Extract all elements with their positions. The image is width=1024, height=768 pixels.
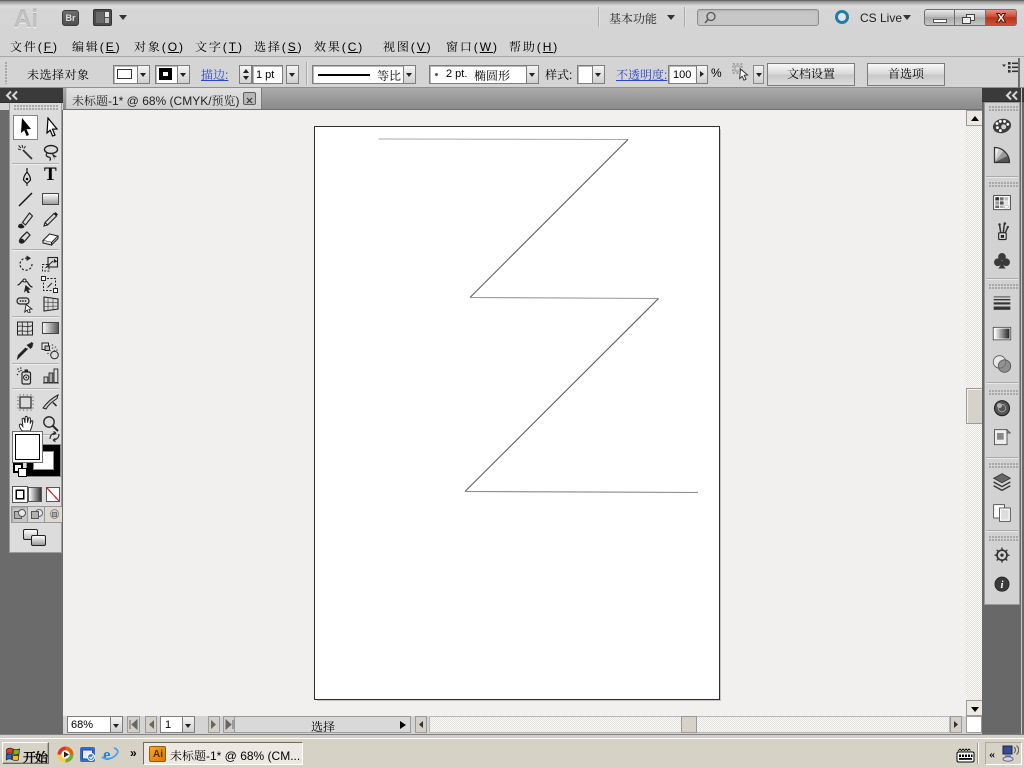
svg-text:X: X [997,13,1005,25]
svg-text:i: i [1000,579,1003,591]
svg-text:e: e [103,746,111,763]
